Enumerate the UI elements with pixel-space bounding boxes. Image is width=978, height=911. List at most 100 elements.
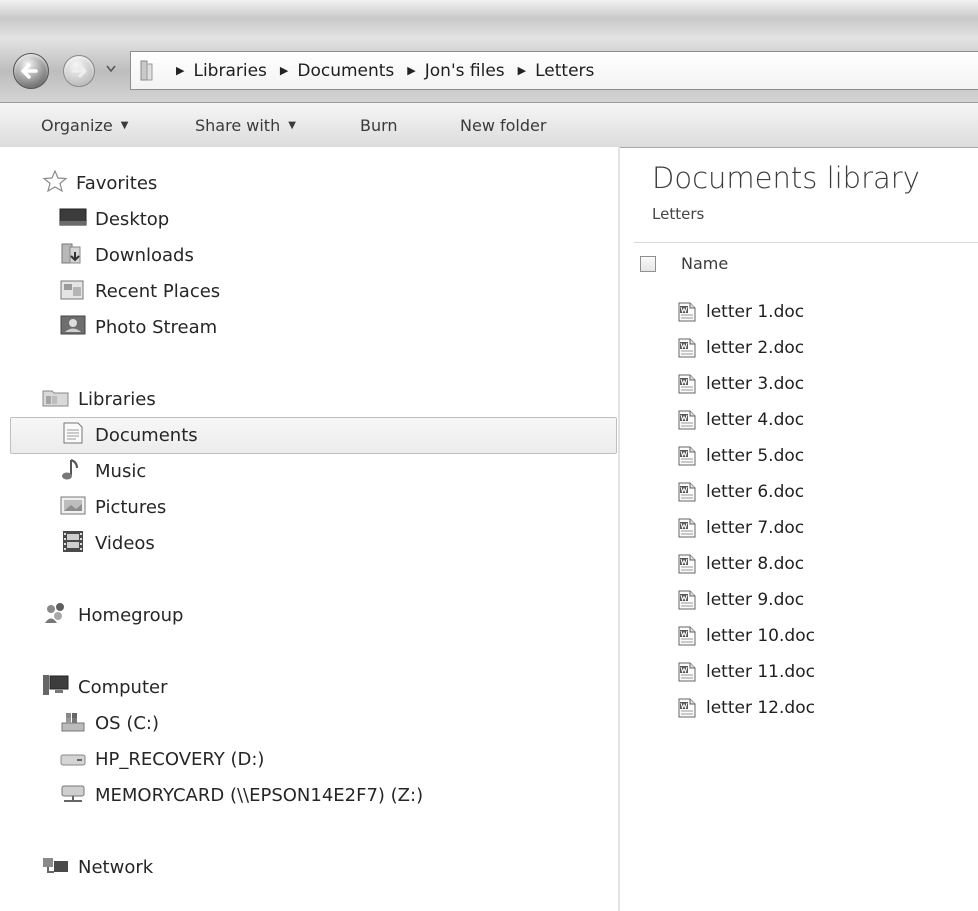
library-title: Documents library bbox=[652, 161, 920, 195]
nav-item-documents[interactable]: Documents bbox=[59, 419, 198, 451]
library-folder-icon bbox=[140, 60, 153, 81]
file-row[interactable]: letter 2.doc bbox=[678, 333, 804, 363]
nav-item-drive-c[interactable]: OS (C:) bbox=[59, 707, 159, 739]
nav-favorites[interactable]: Favorites bbox=[42, 167, 157, 199]
word-document-icon bbox=[678, 698, 696, 718]
word-document-icon bbox=[678, 338, 696, 358]
nav-item-label: Pictures bbox=[95, 496, 167, 518]
library-subtitle: Letters bbox=[652, 205, 705, 223]
libraries-icon bbox=[42, 386, 70, 413]
file-row[interactable]: letter 4.doc bbox=[678, 405, 804, 435]
homegroup-icon bbox=[42, 601, 70, 630]
word-document-icon bbox=[678, 302, 696, 322]
nav-network[interactable]: Network bbox=[42, 851, 153, 883]
nav-libraries[interactable]: Libraries bbox=[42, 383, 156, 415]
select-all-checkbox[interactable] bbox=[640, 256, 656, 272]
system-drive-icon bbox=[59, 709, 87, 738]
nav-item-drive-z[interactable]: MEMORYCARD (\\EPSON14E2F7) (Z:) bbox=[59, 779, 423, 811]
file-name: letter 11.doc bbox=[706, 662, 815, 682]
recent-places-icon bbox=[59, 277, 87, 306]
file-name: letter 7.doc bbox=[706, 518, 805, 538]
burn-button[interactable]: Burn bbox=[360, 103, 398, 147]
breadcrumb-letters[interactable]: Letters bbox=[535, 61, 594, 81]
videos-film-icon bbox=[59, 529, 87, 558]
nav-item-label: Videos bbox=[95, 532, 155, 554]
file-name: letter 3.doc bbox=[706, 374, 805, 394]
nav-item-downloads[interactable]: Downloads bbox=[59, 239, 194, 271]
file-row[interactable]: letter 10.doc bbox=[678, 621, 815, 651]
word-document-icon bbox=[678, 590, 696, 610]
file-row[interactable]: letter 11.doc bbox=[678, 657, 815, 687]
nav-item-label: Downloads bbox=[95, 244, 194, 266]
nav-item-label: OS (C:) bbox=[95, 712, 159, 734]
nav-item-music[interactable]: Music bbox=[59, 455, 146, 487]
word-document-icon bbox=[678, 482, 696, 502]
nav-homegroup-label: Homegroup bbox=[78, 604, 184, 626]
address-field[interactable]: ▶ Libraries ▶ Documents ▶ Jon's files ▶ … bbox=[130, 51, 978, 90]
breadcrumb-documents[interactable]: Documents bbox=[297, 61, 394, 81]
word-document-icon bbox=[678, 554, 696, 574]
word-document-icon bbox=[678, 410, 696, 430]
word-document-icon bbox=[678, 446, 696, 466]
organize-button[interactable]: Organize ▼ bbox=[41, 103, 128, 147]
nav-computer[interactable]: Computer bbox=[42, 671, 167, 703]
word-document-icon bbox=[678, 374, 696, 394]
nav-favorites-label: Favorites bbox=[76, 172, 158, 194]
nav-item-recent-places[interactable]: Recent Places bbox=[59, 275, 220, 307]
chevron-right-icon: ▶ bbox=[176, 64, 185, 77]
nav-item-videos[interactable]: Videos bbox=[59, 527, 155, 559]
star-icon bbox=[42, 168, 68, 197]
file-row[interactable]: letter 12.doc bbox=[678, 693, 815, 723]
recent-pages-dropdown[interactable] bbox=[106, 62, 116, 74]
file-row[interactable]: letter 8.doc bbox=[678, 549, 804, 579]
computer-icon bbox=[42, 673, 70, 702]
file-row[interactable]: letter 9.doc bbox=[678, 585, 804, 615]
share-with-label: Share with bbox=[195, 115, 281, 135]
nav-item-pictures[interactable]: Pictures bbox=[59, 491, 166, 523]
word-document-icon bbox=[678, 518, 696, 538]
chevron-right-icon[interactable]: ▶ bbox=[407, 64, 415, 77]
navigation-pane: Favorites Desktop Downloads Recent Place… bbox=[0, 147, 618, 911]
file-row[interactable]: letter 3.doc bbox=[678, 369, 804, 399]
dropdown-arrow-icon: ▼ bbox=[120, 119, 129, 131]
file-name: letter 2.doc bbox=[706, 338, 805, 358]
music-note-icon bbox=[59, 457, 87, 486]
nav-item-photo-stream[interactable]: Photo Stream bbox=[59, 311, 217, 343]
file-row[interactable]: letter 6.doc bbox=[678, 477, 804, 507]
file-row[interactable]: letter 1.doc bbox=[678, 297, 804, 327]
back-arrow-icon bbox=[21, 63, 38, 79]
photo-stream-icon bbox=[59, 313, 87, 342]
command-bar: Organize ▼ Share with ▼ Burn New folder bbox=[0, 102, 978, 148]
nav-item-drive-d[interactable]: HP_RECOVERY (D:) bbox=[59, 743, 264, 775]
chevron-right-icon[interactable]: ▶ bbox=[518, 64, 526, 77]
nav-homegroup[interactable]: Homegroup bbox=[42, 599, 183, 631]
downloads-folder-icon bbox=[59, 241, 87, 270]
file-name: letter 1.doc bbox=[706, 302, 805, 322]
header-divider bbox=[634, 242, 978, 243]
forward-arrow-icon bbox=[71, 64, 87, 78]
forward-button[interactable] bbox=[63, 55, 95, 87]
pictures-icon bbox=[59, 493, 87, 522]
new-folder-button[interactable]: New folder bbox=[460, 103, 546, 147]
breadcrumb: ▶ Libraries ▶ Documents ▶ Jon's files ▶ … bbox=[163, 52, 594, 89]
file-name: letter 4.doc bbox=[706, 410, 805, 430]
word-document-icon bbox=[678, 662, 696, 682]
column-header-name[interactable]: Name bbox=[681, 254, 728, 273]
share-with-button[interactable]: Share with ▼ bbox=[195, 103, 296, 147]
organize-label: Organize bbox=[41, 115, 113, 135]
back-button[interactable] bbox=[13, 53, 49, 89]
breadcrumb-libraries[interactable]: Libraries bbox=[193, 61, 266, 81]
nav-item-label: Recent Places bbox=[95, 280, 221, 302]
file-row[interactable]: letter 5.doc bbox=[678, 441, 804, 471]
nav-item-label: Documents bbox=[95, 424, 198, 446]
nav-item-label: Music bbox=[95, 460, 147, 482]
network-drive-icon bbox=[59, 781, 87, 810]
file-name: letter 9.doc bbox=[706, 590, 805, 610]
address-bar-region: ▶ Libraries ▶ Documents ▶ Jon's files ▶ … bbox=[0, 0, 978, 102]
breadcrumb-jons-files[interactable]: Jon's files bbox=[425, 61, 505, 81]
file-row[interactable]: letter 7.doc bbox=[678, 513, 804, 543]
chevron-right-icon[interactable]: ▶ bbox=[280, 64, 288, 77]
network-icon bbox=[42, 853, 70, 882]
nav-item-desktop[interactable]: Desktop bbox=[59, 203, 169, 235]
file-list-pane: Documents library Letters Name letter 1.… bbox=[620, 147, 978, 911]
